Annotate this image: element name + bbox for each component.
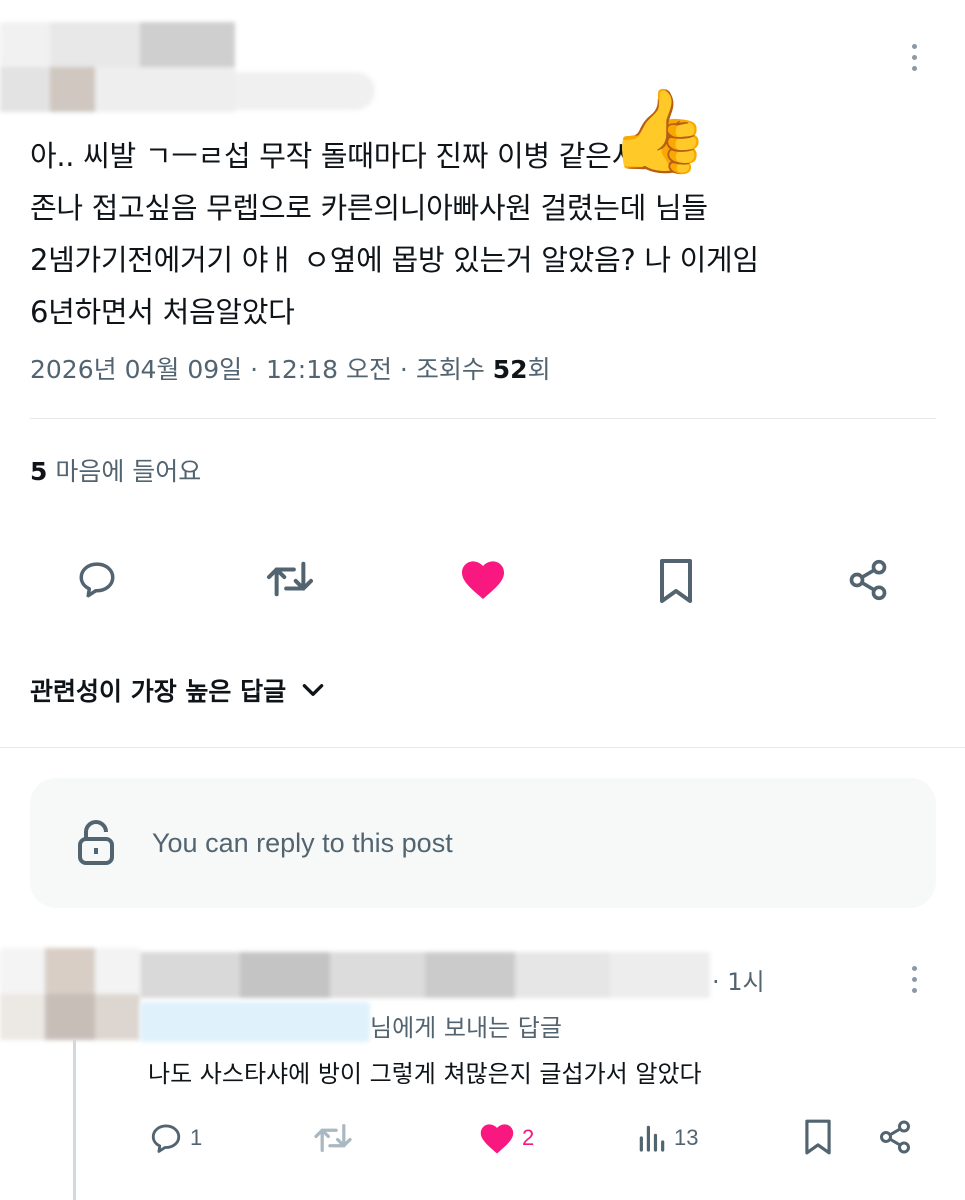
reply-time: · 1시 [712, 968, 765, 996]
post-timestamp: 2026년 04월 09일 · 12:18 오전 · 조회수 52회 [30, 355, 551, 384]
reply-icon [79, 562, 115, 598]
post-line: 6년하면서 처음알았다 [30, 295, 295, 329]
post-line: 2넴가기전에거기 야ㅐ ㅇ옆에 몹방 있는거 알았음? 나 이게임 [30, 243, 759, 277]
repost-icon [266, 561, 314, 597]
view-count: 52 [492, 355, 528, 384]
reply-permission-text: You can reply to this post [152, 827, 453, 858]
reply-bookmark-button[interactable] [802, 1116, 834, 1158]
author-name-censored [0, 22, 380, 112]
bookmark-button[interactable] [654, 556, 698, 606]
like-icon [480, 1124, 514, 1154]
thread-line [73, 1040, 76, 1200]
repost-icon [314, 1124, 352, 1152]
unlock-icon [78, 820, 114, 865]
reply-icon [151, 1124, 181, 1153]
chevron-down-icon [302, 684, 324, 696]
reply-more-options-icon[interactable] [912, 966, 917, 993]
reply-share-button[interactable] [876, 1118, 914, 1156]
reply-sort-dropdown[interactable]: 관련성이 가장 높은 답글 [30, 672, 326, 708]
reply-count: 1 [190, 1125, 203, 1150]
share-icon [880, 1120, 910, 1154]
views-chart-icon [639, 1125, 665, 1152]
reply-views-button[interactable]: 13 [636, 1118, 698, 1158]
reply-reply-button[interactable]: 1 [148, 1118, 202, 1158]
reply-like-count: 2 [522, 1125, 535, 1150]
sort-label: 관련성이 가장 높은 답글 [30, 677, 287, 706]
reply-text: 나도 사스타샤에 방이 그렇게 쳐많은지 글섭가서 알았다 [148, 1060, 702, 1088]
section-divider [0, 747, 965, 748]
post-line: 아.. 씨발 ㄱㅡㄹ섭 무작 돌때마다 진짜 이병 같은서버 [30, 139, 665, 173]
reply-like-button[interactable]: 2 [478, 1118, 534, 1158]
post-text: 아.. 씨발 ㄱㅡㄹ섭 무작 돌때마다 진짜 이병 같은서버 존나 접고싶음 무… [30, 130, 910, 338]
post-line: 존나 접고싶음 무렙으로 카른의니아빠사원 걸렸는데 님들 [30, 191, 708, 225]
thumbs-up-emoji-sticker: 👍 [608, 84, 711, 179]
reply-permission-box: You can reply to this post [30, 778, 936, 908]
divider [30, 418, 936, 419]
share-button[interactable] [844, 556, 892, 604]
reply-to-handle-censored[interactable] [140, 1002, 370, 1042]
share-icon [849, 559, 887, 601]
repost-button[interactable] [262, 556, 318, 602]
bookmark-icon [805, 1119, 831, 1155]
reply-button[interactable] [72, 556, 122, 602]
likes-summary[interactable]: 5 마음에 들어요 [30, 452, 201, 488]
reply-avatar-censored[interactable] [0, 948, 140, 1040]
reply-repost-button[interactable] [312, 1118, 354, 1158]
reply-author-censored[interactable] [140, 952, 710, 998]
reply-to-label: 님에게 보내는 답글 [370, 1014, 562, 1042]
like-button[interactable] [456, 556, 510, 602]
bookmark-icon [660, 559, 692, 603]
more-options-icon[interactable] [912, 44, 917, 71]
like-icon [462, 561, 504, 599]
reply-view-count: 13 [674, 1125, 699, 1150]
